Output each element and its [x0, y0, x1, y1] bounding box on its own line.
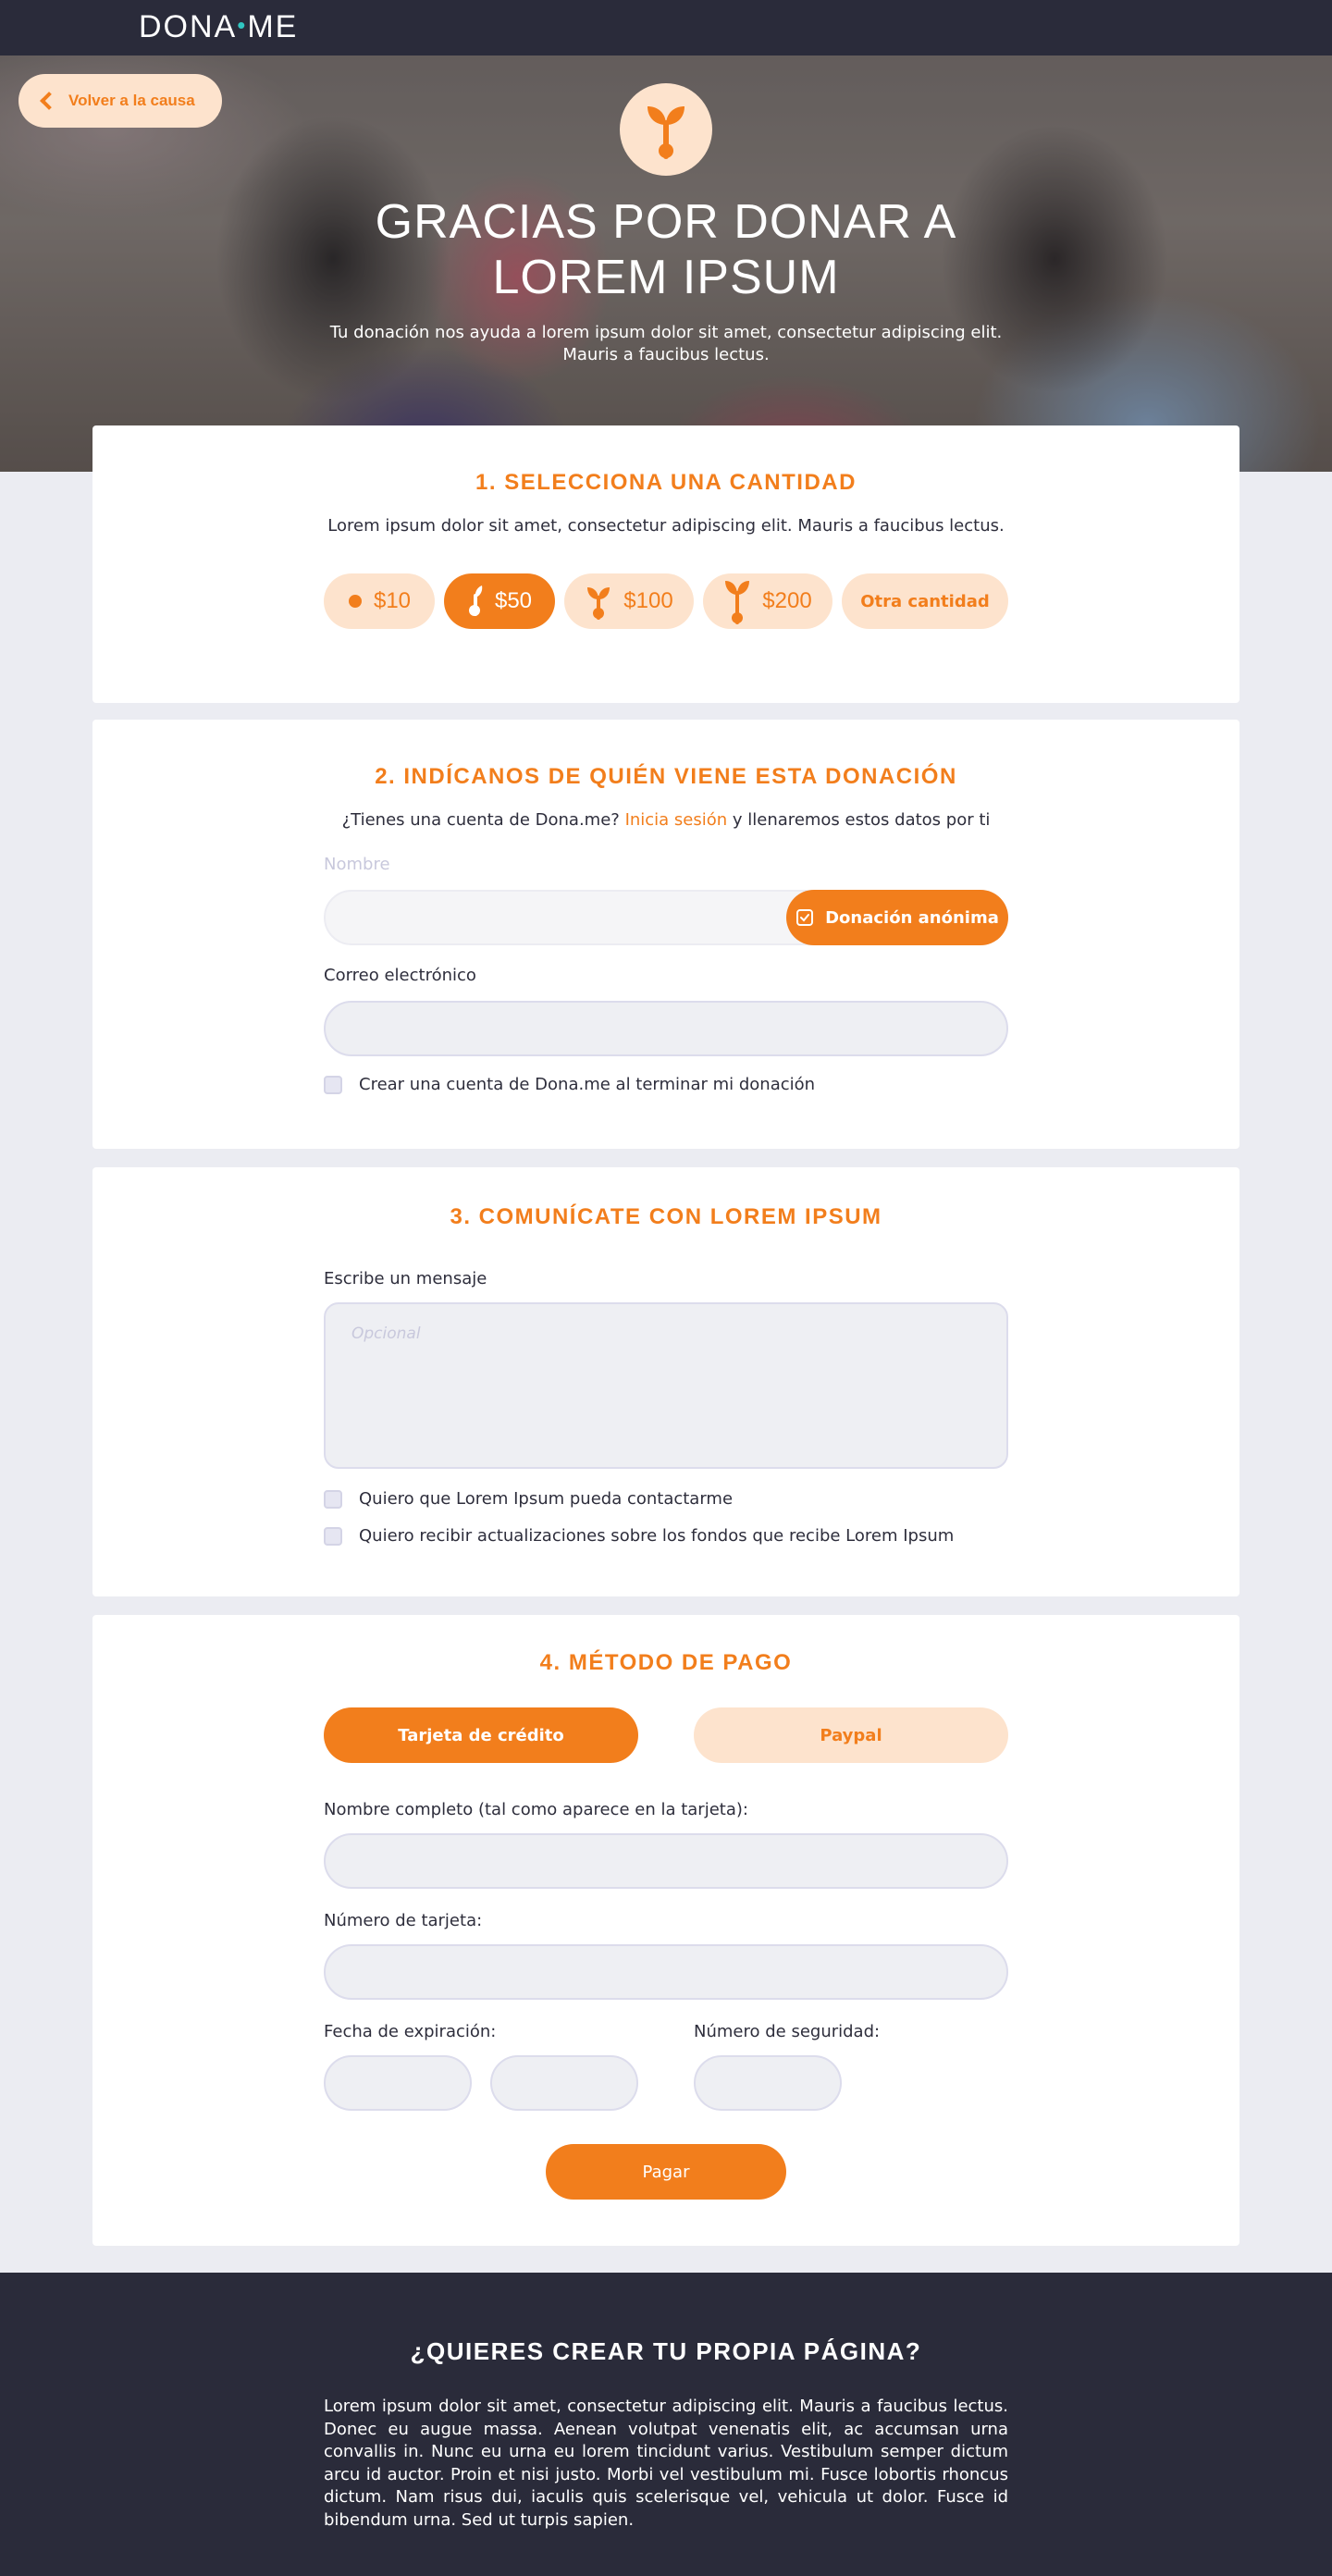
login-prompt: ¿Tienes una cuenta de Dona.me? Inicia se… — [92, 810, 1240, 830]
hero-subtitle: Tu donación nos ayuda a lorem ipsum dolo… — [329, 323, 1003, 364]
back-to-cause-button[interactable]: Volver a la causa — [18, 74, 222, 128]
section-title: 4. MÉTODO DE PAGO — [539, 1650, 793, 1675]
section-title: 3. COMUNÍCATE CON LOREM IPSUM — [450, 1204, 882, 1229]
donor-section: 2. INDÍCANOS DE QUIÉN VIENE ESTA DONACIÓ… — [92, 720, 1240, 1149]
other-amount-button[interactable]: Otra cantidad — [842, 573, 1008, 629]
logo-dot: • — [237, 11, 248, 39]
email-field[interactable] — [324, 1001, 1008, 1056]
section-title: 2. INDÍCANOS DE QUIÉN VIENE ESTA DONACIÓ… — [375, 764, 957, 789]
message-placeholder: Opcional — [352, 1325, 421, 1343]
login-question: ¿Tienes una cuenta de Dona.me? — [341, 810, 620, 830]
back-button-label: Volver a la causa — [68, 92, 195, 109]
tab-paypal[interactable]: Paypal — [694, 1707, 1008, 1763]
amount-option-10[interactable]: $10 — [324, 573, 435, 629]
security-code-label: Número de seguridad: — [694, 2022, 881, 2041]
seedling-icon — [587, 587, 610, 620]
updates-checkbox[interactable] — [324, 1526, 342, 1546]
footer-title: ¿QUIERES CREAR TU PROPIA PÁGINA? — [410, 2337, 922, 2365]
updates-label: Quiero recibir actualizaciones sobre los… — [359, 1526, 955, 1546]
amount-option-50[interactable]: $50 — [444, 573, 555, 629]
login-question-end: y llenaremos estos datos por ti — [732, 810, 991, 830]
amount-option-200[interactable]: $200 — [703, 573, 832, 629]
contact-checkbox[interactable] — [324, 1489, 342, 1509]
logo-text-right: ME — [247, 9, 299, 44]
contact-label: Quiero que Lorem Ipsum pueda contactarme — [359, 1489, 734, 1509]
sprout-icon — [468, 585, 483, 616]
card-number-field[interactable] — [324, 1944, 1008, 2000]
seed-icon — [348, 595, 362, 608]
checkbox-checked-icon — [796, 909, 814, 926]
message-textarea[interactable]: Opcional — [324, 1302, 1008, 1469]
amount-section: 1. SELECCIONA UNA CANTIDAD Lorem ipsum d… — [92, 425, 1240, 703]
amount-label: $50 — [494, 588, 533, 613]
amount-options: $10 $50 $100 $200 Otra cantidad — [324, 573, 1008, 629]
tab-credit-card[interactable]: Tarjeta de crédito — [324, 1707, 638, 1763]
hero-title: GRACIAS POR DONAR A LOREM IPSUM — [375, 195, 957, 304]
amount-option-100[interactable]: $100 — [564, 573, 694, 629]
plant-icon — [725, 581, 750, 624]
name-label: Nombre — [324, 855, 390, 874]
sprout-icon — [620, 83, 712, 176]
updates-option: Quiero recibir actualizaciones sobre los… — [324, 1526, 954, 1546]
logo[interactable]: DONA•ME — [139, 9, 298, 45]
expiry-year-field[interactable] — [490, 2055, 638, 2111]
amount-label: $100 — [623, 588, 673, 613]
create-account-option: Crear una cuenta de Dona.me al terminar … — [324, 1075, 815, 1094]
fullname-label: Nombre completo (tal como aparece en la … — [324, 1800, 748, 1819]
hero-banner: Volver a la causa GRACIAS POR DONAR A LO… — [0, 55, 1332, 472]
contact-option: Quiero que Lorem Ipsum pueda contactarme — [324, 1489, 733, 1509]
create-account-checkbox[interactable] — [324, 1075, 342, 1094]
footer-text: Lorem ipsum dolor sit amet, consectetur … — [324, 2397, 1008, 2530]
payment-section: 4. MÉTODO DE PAGO Tarjeta de crédito Pay… — [92, 1615, 1240, 2246]
login-link[interactable]: Inicia sesión — [625, 810, 728, 830]
message-section: 3. COMUNÍCATE CON LOREM IPSUM Escribe un… — [92, 1167, 1240, 1596]
section-title: 1. SELECCIONA UNA CANTIDAD — [475, 470, 857, 495]
top-bar: DONA•ME — [0, 0, 1332, 55]
chevron-left-icon — [40, 92, 58, 110]
create-account-label: Crear una cuenta de Dona.me al terminar … — [359, 1075, 816, 1094]
anonymous-donation-toggle[interactable]: Donación anónima — [786, 890, 1008, 945]
logo-text-left: DONA — [139, 9, 238, 44]
expiry-month-field[interactable] — [324, 2055, 472, 2111]
email-label: Correo electrónico — [324, 966, 476, 985]
anonymous-label: Donación anónima — [825, 907, 999, 928]
amount-label: $10 — [373, 588, 412, 613]
card-number-label: Número de tarjeta: — [324, 1911, 483, 1930]
security-code-field[interactable] — [694, 2055, 842, 2111]
section-description: Lorem ipsum dolor sit amet, consectetur … — [327, 516, 1005, 536]
pay-button[interactable]: Pagar — [546, 2144, 786, 2200]
expiry-label: Fecha de expiración: — [324, 2022, 497, 2041]
amount-label: $200 — [762, 588, 812, 613]
message-label: Escribe un mensaje — [324, 1269, 487, 1288]
footer: ¿QUIERES CREAR TU PROPIA PÁGINA? Lorem i… — [0, 2273, 1332, 2576]
cardholder-name-field[interactable] — [324, 1833, 1008, 1889]
